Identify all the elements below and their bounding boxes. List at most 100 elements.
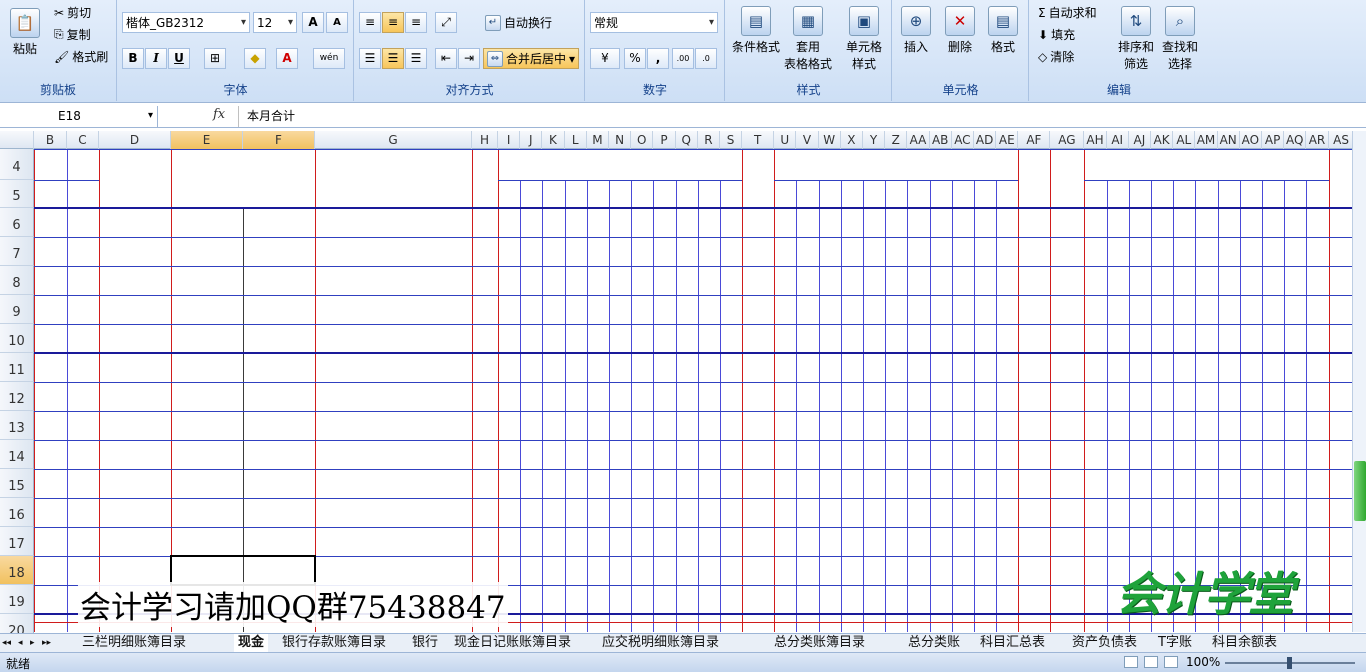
cell-styles-button[interactable]: ▣ 单元格 样式 (846, 6, 882, 72)
column-header-u[interactable]: U (774, 131, 797, 149)
row-header-12[interactable]: 12 (0, 382, 34, 411)
comma-button[interactable]: , (647, 48, 669, 69)
column-header-n[interactable]: N (609, 131, 632, 149)
column-header-ac[interactable]: AC (952, 131, 974, 149)
font-size-select[interactable]: 12 (253, 12, 297, 33)
column-header-w[interactable]: W (819, 131, 841, 149)
align-top-button[interactable]: ≡ (359, 12, 381, 33)
column-header-o[interactable]: O (631, 131, 654, 149)
column-header-aa[interactable]: AA (907, 131, 930, 149)
row-header-13[interactable]: 13 (0, 411, 34, 440)
tab-sheet-2[interactable]: 银行存款账簿目录 (278, 634, 390, 652)
shrink-font-button[interactable]: A (326, 12, 348, 33)
column-header-ae[interactable]: AE (996, 131, 1019, 149)
underline-button[interactable]: U (168, 48, 190, 69)
row-header-9[interactable]: 9 (0, 295, 34, 324)
row-header-4[interactable]: 4 (0, 149, 34, 180)
column-header-y[interactable]: Y (863, 131, 886, 149)
font-name-select[interactable]: 楷体_GB2312 (122, 12, 250, 33)
conditional-format-button[interactable]: ▤ 条件格式 (732, 6, 780, 55)
column-header-d[interactable]: D (99, 131, 171, 149)
column-header-m[interactable]: M (587, 131, 609, 149)
column-header-ap[interactable]: AP (1262, 131, 1285, 149)
column-header-g[interactable]: G (315, 131, 472, 149)
page-layout-icon[interactable] (1144, 656, 1158, 668)
tab-sheet-6[interactable]: 总分类账簿目录 (770, 634, 869, 652)
column-header-ak[interactable]: AK (1151, 131, 1174, 149)
column-header-z[interactable]: Z (885, 131, 908, 149)
column-header-aq[interactable]: AQ (1284, 131, 1307, 149)
bold-button[interactable]: B (122, 48, 144, 69)
column-header-r[interactable]: R (698, 131, 720, 149)
row-header-5[interactable]: 5 (0, 180, 34, 208)
fx-icon[interactable]: fx (213, 107, 225, 122)
paste-button[interactable]: 📋 粘贴 (10, 8, 40, 57)
tab-sheet-9[interactable]: 资产负债表 (1068, 634, 1141, 652)
column-header-aj[interactable]: AJ (1129, 131, 1151, 149)
page-break-icon[interactable] (1164, 656, 1178, 668)
normal-view-icon[interactable] (1124, 656, 1138, 668)
tab-sheet-5[interactable]: 应交税明细账簿目录 (598, 634, 723, 652)
tab-scroll-last[interactable]: ▸▸ (42, 634, 56, 652)
align-middle-button[interactable]: ≡ (382, 12, 404, 33)
select-all-corner[interactable] (0, 131, 34, 149)
column-header-ar[interactable]: AR (1306, 131, 1329, 149)
row-header-10[interactable]: 10 (0, 324, 34, 353)
column-header-k[interactable]: K (542, 131, 565, 149)
row-header-14[interactable]: 14 (0, 440, 34, 469)
increase-decimal-button[interactable]: .00 (672, 48, 694, 69)
tab-scroll-next[interactable]: ▸ (30, 634, 40, 652)
column-header-i[interactable]: I (498, 131, 521, 149)
phonetic-button[interactable]: wén (313, 48, 345, 69)
column-header-t[interactable]: T (742, 131, 775, 149)
column-header-ai[interactable]: AI (1107, 131, 1129, 149)
row-header-15[interactable]: 15 (0, 469, 34, 498)
cut-button[interactable]: ✂ 剪切 (54, 4, 91, 21)
grow-font-button[interactable]: A (302, 12, 324, 33)
insert-button[interactable]: ⊕ 插入 (901, 6, 931, 55)
column-header-al[interactable]: AL (1173, 131, 1196, 149)
vertical-scrollbar[interactable] (1352, 131, 1366, 632)
format-button[interactable]: ▤ 格式 (988, 6, 1018, 55)
column-header-h[interactable]: H (472, 131, 498, 149)
row-header-6[interactable]: 6 (0, 208, 34, 237)
column-header-x[interactable]: X (841, 131, 863, 149)
fill-color-button[interactable]: ◆ (244, 48, 266, 69)
font-color-button[interactable]: A (276, 48, 298, 69)
format-as-table-button[interactable]: ▦ 套用 表格格式 (784, 6, 832, 72)
column-header-as[interactable]: AS (1329, 131, 1355, 149)
column-header-an[interactable]: AN (1218, 131, 1240, 149)
decrease-decimal-button[interactable]: .0 (695, 48, 717, 69)
column-header-j[interactable]: J (520, 131, 543, 149)
column-header-ag[interactable]: AG (1050, 131, 1085, 149)
tab-sheet-0[interactable]: 三栏明细账簿目录 (78, 634, 190, 652)
zoom-slider-handle[interactable] (1287, 657, 1292, 669)
column-header-c[interactable]: C (67, 131, 99, 149)
tab-sheet-1[interactable]: 现金 (234, 634, 269, 652)
decrease-indent-button[interactable]: ⇤ (435, 48, 457, 69)
border-button[interactable]: ⊞ (204, 48, 226, 69)
align-center-button[interactable]: ☰ (382, 48, 404, 69)
copy-button[interactable]: ⎘ 复制 (54, 26, 91, 43)
column-header-l[interactable]: L (565, 131, 587, 149)
row-header-18[interactable]: 18 (0, 556, 34, 585)
wrap-text-button[interactable]: ↵ 自动换行 (485, 14, 552, 31)
number-format-select[interactable]: 常规 (590, 12, 718, 33)
align-bottom-button[interactable]: ≡ (405, 12, 427, 33)
column-header-p[interactable]: P (653, 131, 676, 149)
tab-sheet-8[interactable]: 科目汇总表 (976, 634, 1049, 652)
autosum-button[interactable]: Σ 自动求和 (1038, 4, 1097, 21)
fill-button[interactable]: ⬇ 填充 (1038, 26, 1075, 43)
row-header-16[interactable]: 16 (0, 498, 34, 527)
column-header-v[interactable]: V (796, 131, 819, 149)
merge-center-button[interactable]: ⇔ 合并后居中 ▾ (483, 48, 580, 69)
tab-sheet-7[interactable]: 总分类账 (904, 634, 964, 652)
column-header-q[interactable]: Q (676, 131, 698, 149)
tab-sheet-10[interactable]: T字账 (1154, 634, 1196, 652)
delete-button[interactable]: ✕ 删除 (945, 6, 975, 55)
name-box[interactable]: E18 (0, 106, 158, 127)
formula-input[interactable]: 本月合计 (238, 106, 1348, 127)
tab-scroll-prev[interactable]: ◂ (18, 634, 28, 652)
row-header-8[interactable]: 8 (0, 266, 34, 295)
row-header-11[interactable]: 11 (0, 353, 34, 382)
